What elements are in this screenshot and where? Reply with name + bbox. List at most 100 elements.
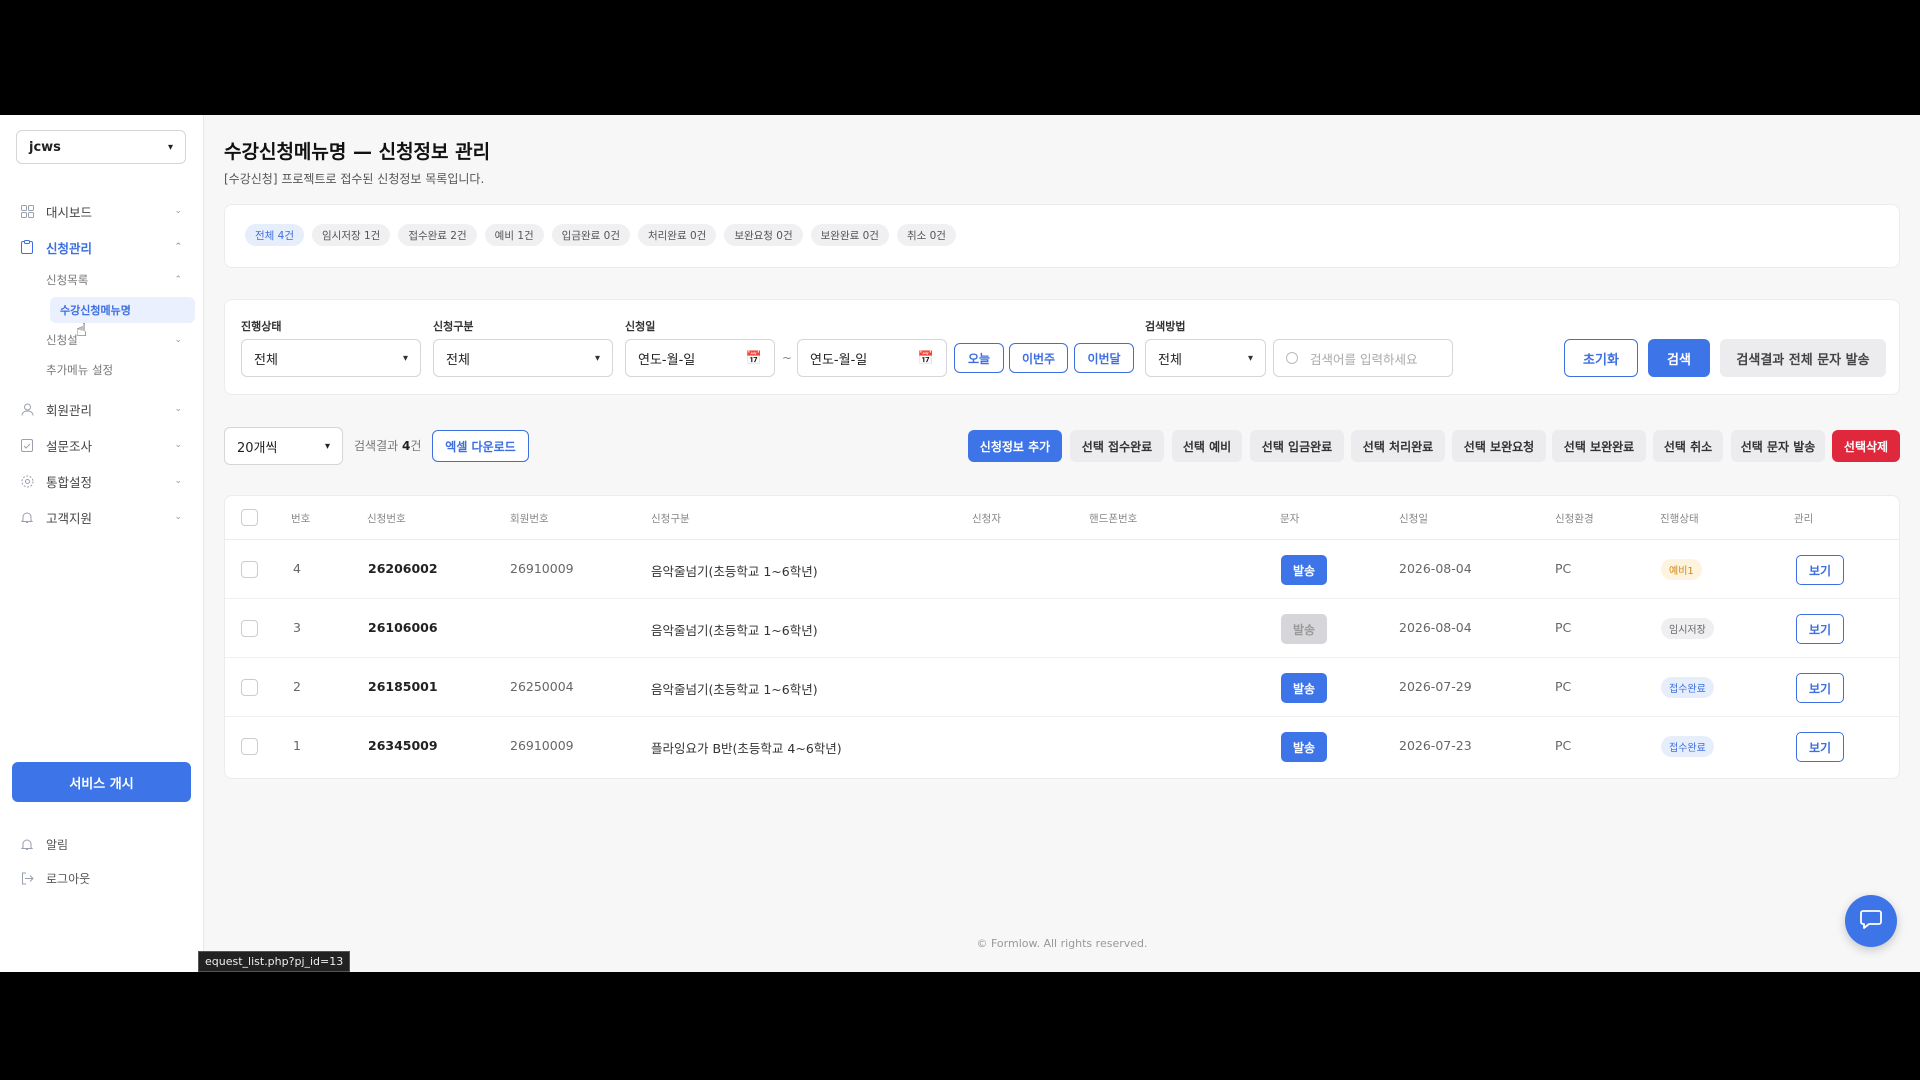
sidebar-nav: 대시보드 ⌄ 신청관리 ⌃ 신청목록 ⌃ 수강신청메뉴명 신청설 ⌄ 추가메뉴 … <box>0 193 204 535</box>
status-filter-label: 진행상태 <box>241 320 282 333</box>
row-checkbox[interactable] <box>241 738 258 755</box>
cell-no: 3 <box>293 620 301 635</box>
row-checkbox[interactable] <box>241 561 258 578</box>
quick-this-month-button[interactable]: 이번달 <box>1074 343 1134 373</box>
cell-date: 2026-08-04 <box>1399 620 1472 635</box>
status-chip-revision-request[interactable]: 보완요청 0건 <box>724 224 803 246</box>
chevron-down-icon: ⌄ <box>174 404 182 414</box>
add-application-button[interactable]: 신청정보 추가 <box>968 430 1062 462</box>
view-button[interactable]: 보기 <box>1796 614 1844 644</box>
status-chip-cancelled[interactable]: 취소 0건 <box>896 224 956 246</box>
sidebar-item-survey[interactable]: 설문조사 ⌄ <box>0 427 204 463</box>
bulk-received-button[interactable]: 선택 접수완료 <box>1070 430 1164 462</box>
status-chip-revision-done[interactable]: 보완완료 0건 <box>810 224 889 246</box>
chevron-down-icon: ⌄ <box>174 476 182 486</box>
calendar-icon[interactable]: 📅 <box>746 351 762 366</box>
col-sms: 문자 <box>1280 513 1300 525</box>
project-select[interactable]: jcws ▾ <box>16 130 186 164</box>
row-checkbox[interactable] <box>241 620 258 637</box>
select-value: 전체 <box>1158 352 1182 368</box>
date-range-separator: ~ <box>782 351 793 365</box>
cell-type: 플라잉요가 B반(초등학교 4~6학년) <box>651 741 842 756</box>
chevron-down-icon: ⌄ <box>174 440 182 450</box>
sidebar-item-support[interactable]: 고객지원 ⌄ <box>0 499 204 535</box>
search-method-select[interactable]: 전체 ▾ <box>1145 339 1266 377</box>
view-button[interactable]: 보기 <box>1796 732 1844 762</box>
status-chip-draft[interactable]: 임시저장 1건 <box>312 224 391 246</box>
per-page-select[interactable]: 20개씩 ▾ <box>224 427 343 465</box>
cell-env: PC <box>1555 679 1572 694</box>
status-chips: 전체 4건 임시저장 1건 접수완료 2건 예비 1건 입금완료 0건 처리완료… <box>245 224 956 246</box>
sidebar-subitem-extra-menu[interactable]: 추가메뉴 설정 <box>0 355 204 385</box>
bulk-revision-done-button[interactable]: 선택 보완완료 <box>1552 430 1646 462</box>
status-filter-select[interactable]: 전체 ▾ <box>241 339 421 377</box>
row-checkbox[interactable] <box>241 679 258 696</box>
chevron-down-icon: ▾ <box>1247 352 1253 364</box>
chevron-down-icon: ▾ <box>402 352 408 364</box>
select-all-checkbox[interactable] <box>241 509 258 526</box>
bulk-delete-button[interactable]: 선택삭제 <box>1832 430 1900 462</box>
quick-today-button[interactable]: 오늘 <box>954 343 1004 373</box>
view-button[interactable]: 보기 <box>1796 673 1844 703</box>
chevron-up-icon: ⌃ <box>174 275 182 285</box>
cell-no: 2 <box>293 679 301 694</box>
search-input[interactable]: 검색어를 입력하세요 <box>1273 339 1453 377</box>
sms-send-button[interactable]: 발송 <box>1281 673 1327 703</box>
chevron-down-icon: ▾ <box>594 352 600 364</box>
calendar-icon[interactable]: 📅 <box>918 351 934 366</box>
table-header: 번호 신청번호 회원번호 신청구분 신청자 핸드폰번호 문자 신청일 신청환경 … <box>225 496 1899 540</box>
sidebar-subitem-list[interactable]: 신청목록 ⌃ <box>0 265 204 295</box>
table-row: 1 26345009 26910009 플라잉요가 B반(초등학교 4~6학년)… <box>225 717 1899 776</box>
clipboard-icon <box>20 240 34 254</box>
sms-all-results-button[interactable]: 검색결과 전체 문자 발송 <box>1720 339 1886 377</box>
sidebar-item-applications[interactable]: 신청관리 ⌃ <box>0 229 204 265</box>
sidebar-item-members[interactable]: 회원관리 ⌄ <box>0 391 204 427</box>
status-chip-all[interactable]: 전체 4건 <box>245 224 304 246</box>
type-filter-select[interactable]: 전체 ▾ <box>433 339 613 377</box>
chevron-down-icon: ⌄ <box>174 335 182 345</box>
bulk-reserve-button[interactable]: 선택 예비 <box>1172 430 1242 462</box>
chat-button[interactable] <box>1845 895 1897 947</box>
cell-app-no: 26345009 <box>368 738 438 753</box>
sidebar-subitem-course-menu[interactable]: 수강신청메뉴명 <box>0 295 204 325</box>
date-from-input[interactable]: 연도-월-일 📅 <box>625 339 775 377</box>
reset-button[interactable]: 초기화 <box>1564 339 1638 377</box>
table-row: 2 26185001 26250004 음악줄넘기(초등학교 1~6학년) 발송… <box>225 658 1899 717</box>
status-chip-reserve[interactable]: 예비 1건 <box>484 224 544 246</box>
sidebar-item-label: 통합설정 <box>46 474 93 490</box>
status-chip-paid[interactable]: 입금완료 0건 <box>551 224 630 246</box>
excel-download-button[interactable]: 엑셀 다운로드 <box>432 430 529 462</box>
sidebar-item-dashboard[interactable]: 대시보드 ⌄ <box>0 193 204 229</box>
status-summary-panel: 전체 4건 임시저장 1건 접수완료 2건 예비 1건 입금완료 0건 처리완료… <box>224 204 1900 268</box>
service-launch-button[interactable]: 서비스 개시 <box>12 762 191 802</box>
sidebar-item-notifications[interactable]: 알림 <box>0 827 204 861</box>
quick-this-week-button[interactable]: 이번주 <box>1009 343 1068 373</box>
sidebar-subitem-settings[interactable]: 신청설 ⌄ <box>0 325 204 355</box>
status-chip-processed[interactable]: 처리완료 0건 <box>637 224 717 246</box>
bulk-paid-button[interactable]: 선택 입금완료 <box>1250 430 1344 462</box>
bulk-revision-request-button[interactable]: 선택 보완요청 <box>1452 430 1546 462</box>
view-button[interactable]: 보기 <box>1796 555 1844 585</box>
bulk-sms-button[interactable]: 선택 문자 발송 <box>1731 430 1825 462</box>
sidebar-item-settings[interactable]: 통합설정 ⌄ <box>0 463 204 499</box>
cell-type: 음악줄넘기(초등학교 1~6학년) <box>651 564 818 579</box>
search-button[interactable]: 검색 <box>1648 339 1710 377</box>
chevron-down-icon: ▾ <box>167 141 173 153</box>
page-title: 수강신청메뉴명 — 신청정보 관리 <box>224 141 491 163</box>
bulk-processed-button[interactable]: 선택 처리완료 <box>1351 430 1445 462</box>
chevron-down-icon: ⌄ <box>174 206 182 216</box>
user-icon <box>20 402 34 416</box>
date-to-input[interactable]: 연도-월-일 📅 <box>797 339 947 377</box>
col-manage: 관리 <box>1794 513 1814 525</box>
bulk-cancel-button[interactable]: 선택 취소 <box>1653 430 1723 462</box>
status-chip-received[interactable]: 접수완료 2건 <box>398 224 477 246</box>
sms-send-button[interactable]: 발송 <box>1281 732 1327 762</box>
sidebar-item-logout[interactable]: 로그아웃 <box>0 861 204 895</box>
result-prefix: 검색결과 <box>354 439 399 453</box>
col-member-no: 회원번호 <box>510 513 549 525</box>
cell-member-no: 26910009 <box>510 561 574 576</box>
sms-send-button[interactable]: 발송 <box>1281 555 1327 585</box>
sidebar-item-label: 회원관리 <box>46 402 93 418</box>
cell-app-no: 26185001 <box>368 679 438 694</box>
status-badge: 접수완료 <box>1661 736 1714 757</box>
